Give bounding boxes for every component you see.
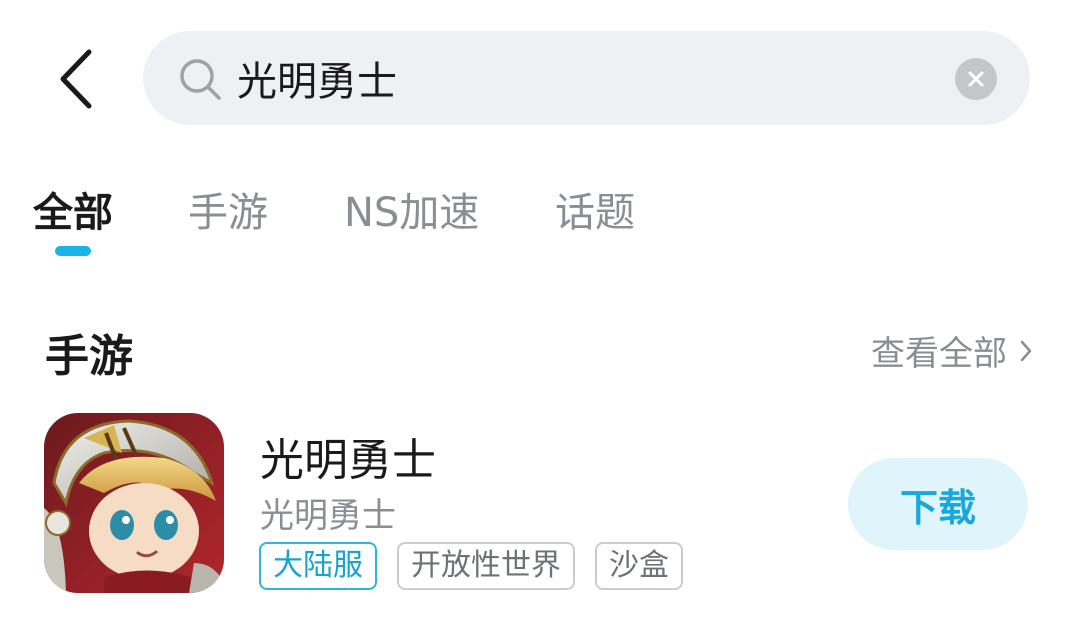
back-button[interactable]	[50, 44, 100, 114]
category-tabs: 全部 手游 NS加速 话题	[0, 180, 1075, 270]
tag-server: 大陆服	[259, 542, 377, 590]
tab-all[interactable]: 全部	[33, 180, 113, 238]
search-icon	[180, 59, 221, 100]
tab-topics[interactable]: 话题	[555, 180, 635, 238]
chevron-right-icon	[1020, 340, 1032, 361]
game-tags: 大陆服 开放性世界 沙盒	[259, 542, 683, 590]
search-bar[interactable]	[143, 31, 1030, 125]
view-all-link[interactable]: 查看全部	[871, 326, 1033, 375]
game-title[interactable]: 光明勇士	[260, 424, 436, 488]
clear-search-button[interactable]	[955, 58, 997, 100]
section-title: 手游	[45, 331, 133, 382]
back-arrow-icon	[60, 49, 92, 109]
game-artwork	[44, 413, 224, 593]
game-subtitle: 光明勇士	[260, 496, 396, 536]
tag-open-world: 开放性世界	[397, 542, 575, 590]
tag-sandbox: 沙盒	[595, 542, 683, 590]
tab-mobile-games[interactable]: 手游	[188, 180, 268, 238]
search-results-page: 全部 手游 NS加速 话题 手游 查看全部	[0, 0, 1075, 623]
download-button[interactable]: 下载	[848, 458, 1028, 550]
search-input[interactable]	[237, 45, 927, 111]
game-icon[interactable]	[44, 413, 224, 593]
game-list-item[interactable]: 光明勇士 光明勇士 大陆服 开放性世界 沙盒 下载	[0, 400, 1075, 610]
active-tab-indicator	[55, 246, 91, 256]
clear-icon	[968, 71, 984, 87]
tab-ns-accelerate[interactable]: NS加速	[344, 180, 479, 238]
view-all-label: 查看全部	[871, 334, 1007, 374]
